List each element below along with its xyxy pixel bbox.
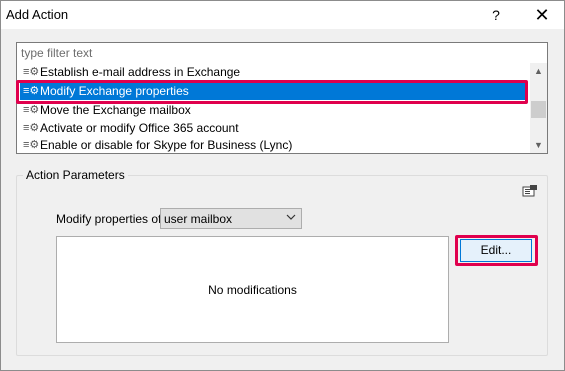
actions-list[interactable]: ≡⚙ Establish e-mail address in Exchange … — [16, 62, 548, 154]
scroll-up-arrow-icon[interactable]: ▲ — [530, 63, 547, 79]
scroll-thumb[interactable] — [531, 101, 546, 118]
list-item-label: Enable or disable for Skype for Business… — [40, 138, 293, 152]
list-item-skype[interactable]: ≡⚙ Enable or disable for Skype for Busin… — [20, 136, 528, 153]
chevron-down-icon — [286, 214, 296, 220]
highlight-edit-button — [455, 235, 538, 266]
modifications-list[interactable]: No modifications — [56, 236, 449, 343]
close-button[interactable]: ✕ — [523, 1, 561, 29]
title-bar: Add Action ? ✕ — [1, 1, 564, 29]
dropdown-value: user mailbox — [164, 212, 233, 226]
scroll-down-arrow-icon[interactable]: ▼ — [530, 137, 547, 153]
gear-icon: ≡⚙ — [23, 66, 40, 78]
gear-icon: ≡⚙ — [23, 122, 40, 134]
action-parameters-label: Action Parameters — [23, 168, 128, 182]
gear-icon: ≡⚙ — [23, 139, 40, 151]
help-button[interactable]: ? — [479, 1, 513, 29]
modify-properties-label: Modify properties of — [56, 212, 162, 226]
highlight-selected-row — [16, 80, 528, 104]
list-item-establish-email[interactable]: ≡⚙ Establish e-mail address in Exchange — [20, 63, 528, 81]
no-modifications-text: No modifications — [208, 283, 297, 297]
list-scrollbar[interactable]: ▲ ▼ — [530, 63, 547, 153]
list-item-label: Establish e-mail address in Exchange — [40, 65, 241, 79]
filter-input[interactable] — [16, 42, 548, 63]
list-item-office365[interactable]: ≡⚙ Activate or modify Office 365 account — [20, 119, 528, 137]
list-item-label: Activate or modify Office 365 account — [40, 121, 239, 135]
dialog-title: Add Action — [6, 7, 69, 22]
target-object-dropdown[interactable]: user mailbox — [160, 208, 302, 229]
settings-icon[interactable] — [522, 184, 538, 198]
